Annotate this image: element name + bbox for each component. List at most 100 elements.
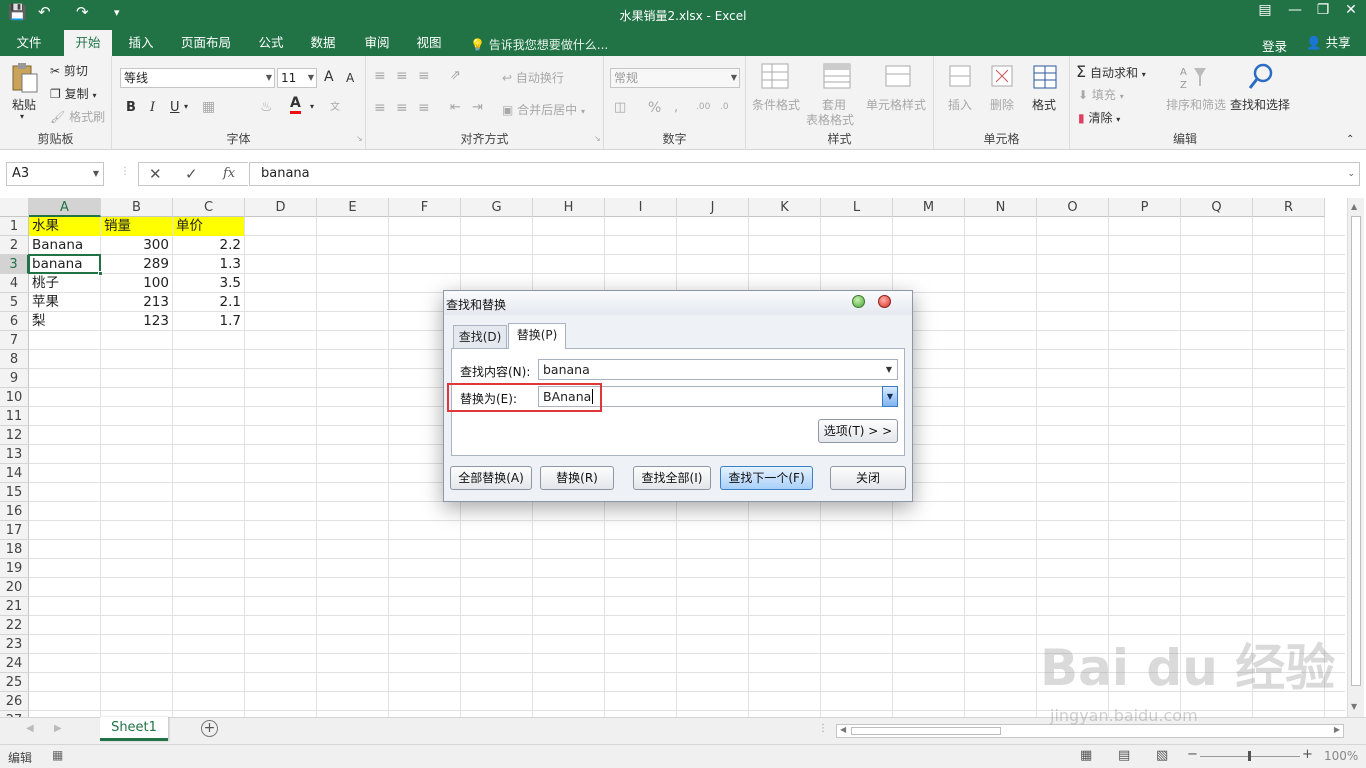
zoom-level[interactable]: 100% <box>1324 749 1358 763</box>
bold-button[interactable]: B <box>126 100 136 115</box>
font-name-combo[interactable]: 等线 ▼ <box>120 68 275 88</box>
scroll-left-icon[interactable]: ◀ <box>840 725 846 734</box>
row-header[interactable]: 5 <box>0 293 29 312</box>
zoom-slider[interactable] <box>1200 751 1300 761</box>
cell[interactable]: 桃子 <box>29 274 100 293</box>
format-as-table-label-2[interactable]: 表格格式 <box>806 111 854 128</box>
align-bottom-icon[interactable]: ≡ <box>418 68 430 84</box>
number-format-combo[interactable]: 常规 ▼ <box>610 68 740 88</box>
fill-button[interactable]: ⬇ 填充 ▾ <box>1078 86 1124 103</box>
wrap-text-button[interactable]: ↩ 自动换行 <box>502 69 564 86</box>
find-what-input[interactable]: banana ▼ <box>538 359 898 380</box>
increase-decimal-icon[interactable]: .00 <box>696 102 710 112</box>
cell[interactable]: 销量 <box>101 217 172 236</box>
row-header[interactable]: 13 <box>0 445 29 464</box>
format-painter-button[interactable]: 🖌 格式刷 <box>50 108 105 125</box>
conditional-format-button[interactable]: 条件格式 <box>752 96 800 113</box>
column-header[interactable]: J <box>677 198 749 217</box>
collapse-ribbon-icon[interactable]: ⌃ <box>1346 134 1354 145</box>
tab-data[interactable]: 数据 <box>302 30 344 56</box>
tab-page-layout[interactable]: 页面布局 <box>172 30 240 56</box>
close-button[interactable]: 关闭 <box>830 466 906 490</box>
row-header[interactable]: 4 <box>0 274 29 293</box>
find-select-button[interactable]: 查找和选择 <box>1230 96 1290 113</box>
horizontal-scroll-thumb[interactable] <box>851 727 1001 735</box>
scroll-right-icon[interactable]: ▶ <box>1334 725 1340 734</box>
format-as-table-icon[interactable] <box>822 62 852 92</box>
autosum-button[interactable]: Σ 自动求和 ▾ <box>1076 62 1146 81</box>
row-header[interactable]: 9 <box>0 369 29 388</box>
comma-style-icon[interactable]: , <box>674 100 678 115</box>
replace-button[interactable]: 替换(R) <box>540 466 614 490</box>
formula-input[interactable]: banana ⌄ <box>249 162 1360 186</box>
cell-styles-button[interactable]: 单元格样式 <box>866 96 926 113</box>
cell[interactable]: 213 <box>101 293 172 312</box>
currency-icon[interactable]: ◫ <box>614 100 626 115</box>
shrink-font-button[interactable]: A <box>346 71 354 85</box>
row-header[interactable]: 15 <box>0 483 29 502</box>
zoom-out-icon[interactable]: − <box>1187 747 1198 762</box>
font-size-combo[interactable]: 11 ▼ <box>277 68 317 88</box>
align-middle-icon[interactable]: ≡ <box>396 68 408 84</box>
cell[interactable]: 300 <box>101 236 172 255</box>
tab-find[interactable]: 查找(D) <box>453 325 507 349</box>
align-top-icon[interactable]: ≡ <box>374 68 386 84</box>
copy-button[interactable]: ❐ 复制 ▾ <box>50 85 96 102</box>
replace-all-button[interactable]: 全部替换(A) <box>450 466 532 490</box>
column-header[interactable]: I <box>605 198 677 217</box>
column-header[interactable]: O <box>1037 198 1109 217</box>
row-header[interactable]: 16 <box>0 502 29 521</box>
clear-button[interactable]: ▮ 清除 ▾ <box>1078 109 1120 126</box>
cell[interactable]: Banana <box>29 236 100 255</box>
column-header[interactable]: L <box>821 198 893 217</box>
row-header[interactable]: 26 <box>0 692 29 711</box>
vertical-scroll-thumb[interactable] <box>1351 216 1361 686</box>
cancel-entry-icon[interactable]: ✕ <box>149 165 162 183</box>
insert-cells-icon[interactable] <box>946 62 976 92</box>
underline-button[interactable]: U <box>170 100 180 115</box>
fill-handle[interactable] <box>98 271 103 276</box>
row-header[interactable]: 10 <box>0 388 29 407</box>
cut-button[interactable]: ✂ 剪切 <box>50 62 88 79</box>
cell[interactable]: 梨 <box>29 312 100 331</box>
cell[interactable]: 单价 <box>173 217 244 236</box>
column-header[interactable]: E <box>317 198 389 217</box>
row-header[interactable]: 1 <box>0 217 29 236</box>
cell[interactable]: 1.7 <box>173 312 244 331</box>
page-break-view-icon[interactable]: ▧ <box>1156 748 1168 763</box>
paste-icon[interactable] <box>10 62 40 93</box>
scroll-up-icon[interactable]: ▲ <box>1351 202 1357 211</box>
column-header[interactable]: H <box>533 198 605 217</box>
fill-color-icon[interactable]: ♨ <box>260 99 273 115</box>
tab-home[interactable]: 开始 <box>64 30 112 56</box>
sign-in-link[interactable]: 登录 <box>1262 36 1287 55</box>
cell[interactable]: 1.3 <box>173 255 244 274</box>
cell-styles-icon[interactable] <box>884 62 914 92</box>
align-left-icon[interactable]: ≡ <box>374 100 386 116</box>
decrease-decimal-icon[interactable]: .0 <box>720 102 729 112</box>
column-header[interactable]: P <box>1109 198 1181 217</box>
tab-formulas[interactable]: 公式 <box>250 30 292 56</box>
row-header[interactable]: 7 <box>0 331 29 350</box>
zoom-slider-thumb[interactable] <box>1248 751 1251 761</box>
restore-icon[interactable]: ❐ <box>1310 2 1336 18</box>
column-header[interactable]: N <box>965 198 1037 217</box>
tab-replace[interactable]: 替换(P) <box>508 323 566 349</box>
normal-view-icon[interactable]: ▦ <box>1080 748 1092 763</box>
row-header[interactable]: 21 <box>0 597 29 616</box>
percent-icon[interactable]: % <box>648 100 661 116</box>
find-next-button[interactable]: 查找下一个(F) <box>720 466 813 490</box>
vertical-scrollbar[interactable]: ▲ ▼ <box>1347 198 1364 717</box>
tab-review[interactable]: 审阅 <box>356 30 398 56</box>
help-icon[interactable] <box>852 295 865 308</box>
cell[interactable]: 苹果 <box>29 293 100 312</box>
delete-cells-button[interactable]: 删除 <box>990 96 1014 113</box>
format-cells-button[interactable]: 格式 <box>1032 96 1056 113</box>
paste-dropdown-icon[interactable]: ▾ <box>20 112 24 121</box>
tab-view[interactable]: 视图 <box>408 30 450 56</box>
select-all-corner[interactable] <box>0 198 29 217</box>
row-header[interactable]: 22 <box>0 616 29 635</box>
row-header[interactable]: 8 <box>0 350 29 369</box>
orientation-icon[interactable]: ⇗ <box>450 68 461 83</box>
paste-button[interactable]: 粘贴 <box>12 96 36 113</box>
